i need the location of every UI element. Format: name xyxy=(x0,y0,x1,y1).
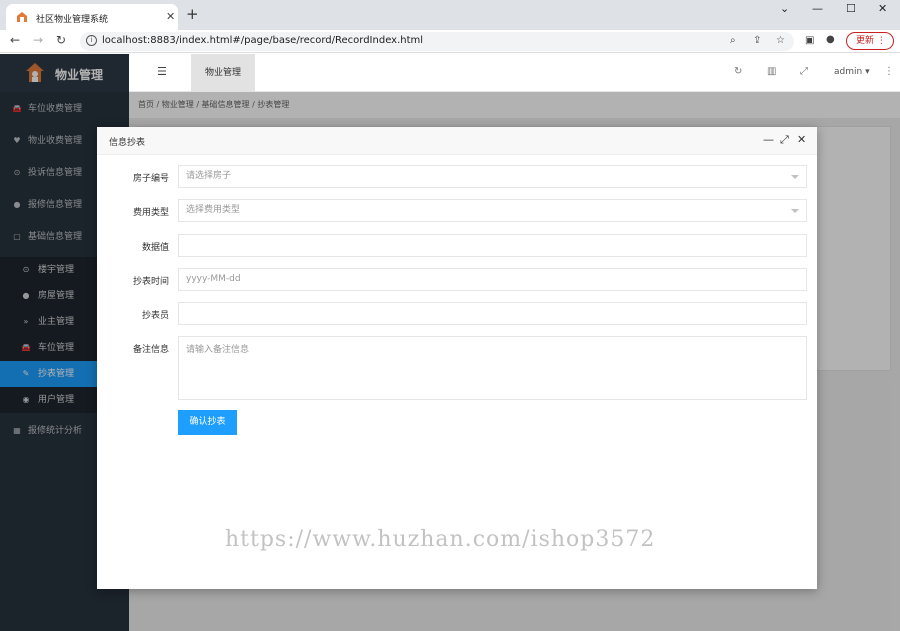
confirm-reading-button[interactable]: 确认抄表 xyxy=(178,410,237,435)
time-input[interactable]: yyyy-MM-dd xyxy=(178,268,807,291)
url-text: localhost:8883/index.html#/page/base/rec… xyxy=(102,35,424,46)
user-name: admin xyxy=(834,67,863,77)
house-select[interactable]: 请选择房子 xyxy=(178,165,807,188)
close-tab-icon[interactable]: ✕ xyxy=(166,10,175,23)
meter-reading-dialog: 信息抄表 — ⤢ ✕ 房子编号 请选择房子 费用类型 选择费用类型 数据值 抄表… xyxy=(97,127,817,589)
tab-property[interactable]: 物业管理 xyxy=(191,54,255,92)
maximize-icon[interactable]: ☐ xyxy=(846,2,856,15)
chevron-down-icon xyxy=(791,209,799,213)
maximize-dialog-icon[interactable]: ⤢ xyxy=(780,133,789,147)
chevron-down-icon[interactable]: ⌄ xyxy=(780,2,789,15)
close-dialog-icon[interactable]: ✕ xyxy=(797,133,806,146)
fee-type-select[interactable]: 选择费用类型 xyxy=(178,199,807,222)
browser-tab[interactable]: 社区物业管理系统 ✕ xyxy=(6,4,178,30)
zoom-icon[interactable]: ⌕ xyxy=(730,35,736,46)
update-label: 更新 xyxy=(856,36,875,46)
house-label: 房子编号 xyxy=(132,174,169,184)
value-input[interactable] xyxy=(178,234,807,257)
close-window-icon[interactable]: ✕ xyxy=(878,2,887,15)
new-tab-icon[interactable]: + xyxy=(186,5,199,23)
type-placeholder: 选择费用类型 xyxy=(186,205,241,215)
remarks-textarea[interactable]: 请输入备注信息 xyxy=(178,336,807,400)
back-icon[interactable]: ← xyxy=(10,33,20,47)
reader-input[interactable] xyxy=(178,302,807,325)
refresh-icon[interactable]: ↻ xyxy=(734,66,742,77)
time-label: 抄表时间 xyxy=(132,277,169,287)
minimize-dialog-icon[interactable]: — xyxy=(763,133,774,146)
browser-tab-title: 社区物业管理系统 xyxy=(36,15,109,25)
value-label: 数据值 xyxy=(141,243,169,253)
fullscreen-icon[interactable]: ⤢ xyxy=(800,66,808,77)
trash-icon[interactable]: ▥ xyxy=(767,66,776,77)
address-bar[interactable]: i localhost:8883/index.html#/page/base/r… xyxy=(80,32,794,51)
menu-toggle-icon[interactable]: ☰ xyxy=(157,65,167,78)
time-placeholder: yyyy-MM-dd xyxy=(186,274,241,284)
reader-label: 抄表员 xyxy=(141,311,169,321)
side-panel-icon[interactable]: ▣ xyxy=(805,35,814,46)
watermark: https://www.huzhan.com/ishop3572 xyxy=(225,527,656,552)
browser-toolbar: ← → ↻ i localhost:8883/index.html#/page/… xyxy=(0,30,900,53)
bookmark-star-icon[interactable]: ☆ xyxy=(776,35,785,46)
reload-icon[interactable]: ↻ xyxy=(56,33,66,47)
dialog-header: 信息抄表 — ⤢ ✕ xyxy=(97,127,817,155)
minimize-icon[interactable]: — xyxy=(812,2,823,15)
type-label: 费用类型 xyxy=(132,208,169,218)
house-favicon-icon xyxy=(17,12,27,22)
share-icon[interactable]: ⇪ xyxy=(753,35,761,46)
house-placeholder: 请选择房子 xyxy=(186,171,232,181)
chevron-down-icon xyxy=(791,175,799,179)
user-menu[interactable]: admin ▾ xyxy=(834,67,870,77)
remarks-label: 备注信息 xyxy=(132,345,169,355)
update-button[interactable]: 更新 ⋮ xyxy=(846,32,894,50)
forward-icon[interactable]: → xyxy=(33,33,43,47)
browser-tab-bar: 社区物业管理系统 ✕ + ⌄ — ☐ ✕ xyxy=(0,0,900,30)
dialog-title: 信息抄表 xyxy=(109,138,146,148)
remarks-placeholder: 请输入备注信息 xyxy=(186,345,250,355)
profile-icon[interactable]: ● xyxy=(826,34,835,45)
info-icon[interactable]: i xyxy=(86,35,97,46)
top-bar: ☰ 物业管理 ↻ ▥ ⤢ admin ▾ ⋮ xyxy=(129,54,900,92)
more-icon[interactable]: ⋮ xyxy=(884,66,894,77)
